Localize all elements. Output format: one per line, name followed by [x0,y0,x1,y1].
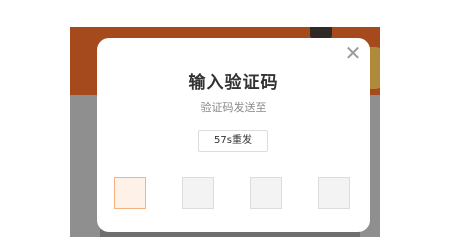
code-input-row [114,177,354,211]
code-digit-1[interactable] [114,177,146,209]
close-icon[interactable]: ✕ [344,42,362,64]
dialog-title: 输入验证码 [188,73,279,93]
verification-dialog: ✕ 输入验证码 验证码发送至 57s重发 [97,38,370,232]
code-digit-3[interactable] [250,177,282,209]
resend-button[interactable]: 57s重发 [198,130,268,152]
dialog-subtitle: 验证码发送至 [200,101,267,114]
code-digit-2[interactable] [182,177,214,209]
code-digit-4[interactable] [318,177,350,209]
